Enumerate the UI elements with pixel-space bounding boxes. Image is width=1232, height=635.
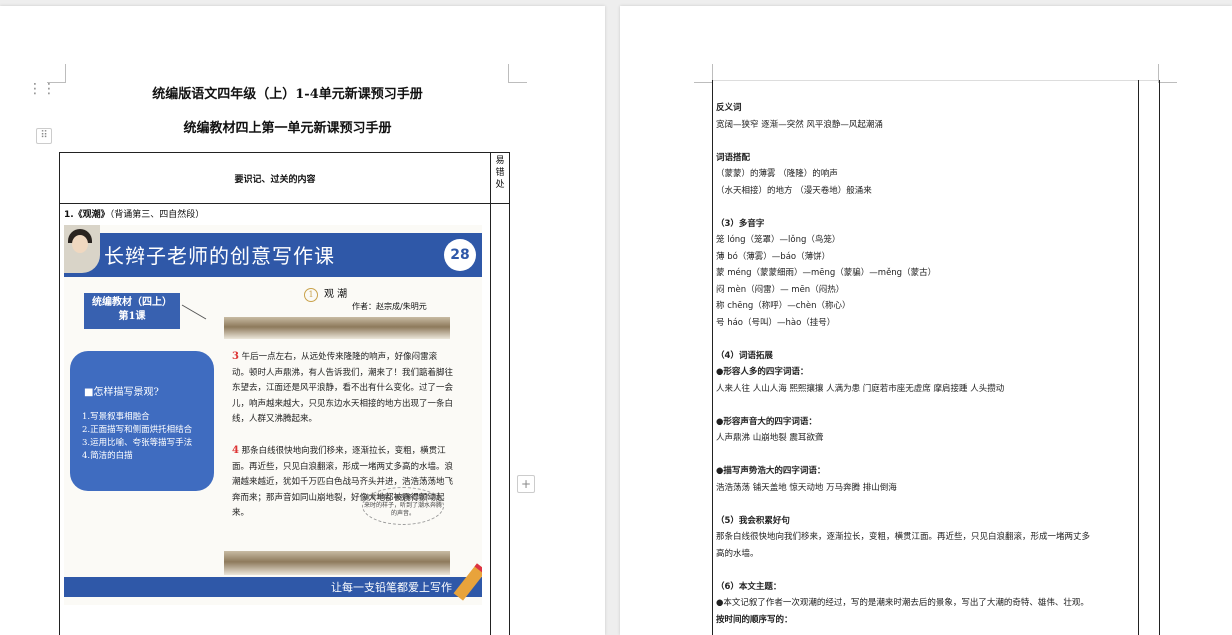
lesson-title: 1观 潮: [304, 285, 347, 302]
note-heading: 按时间的顺序写的：: [716, 614, 793, 625]
note-heading: ●描写声势浩大的四字词语：: [716, 466, 826, 476]
note-heading: （5）我会积累好句: [716, 515, 790, 526]
note-heading: （6）本文主题：: [716, 581, 782, 592]
note-line: 浩浩荡荡 铺天盖地 惊天动地 万马奔腾 排山倒海: [716, 482, 897, 493]
lesson-slide-image: 长辫子老师的创意写作课 28 统编教材（四上） 第1课 ■怎样描写景观? 1.写…: [64, 225, 482, 605]
content-table: 要识记、过关的内容 易错处 1.《观潮》（背诵第三、四自然段） 长辫子老师的创意…: [59, 152, 510, 635]
note-heading: （4）词语拓展: [716, 350, 773, 361]
margin-corner-mark: [508, 64, 527, 83]
note-heading: 反义词: [716, 103, 742, 113]
note-line: 笼 lóng（笼罩）—lǒng（鸟笼）: [716, 235, 841, 245]
note-line: （水天相接）的地方 （漫天卷地）般涌来: [716, 185, 872, 196]
note-line: 闷 mèn（闷雷）— mēn（闷热）: [716, 284, 845, 295]
table-header-cell: 要识记、过关的内容: [59, 152, 491, 204]
note-line: 宽阔—狭窄 逐渐—突然 风平浪静—风起潮涌: [716, 119, 883, 130]
note-heading: （3）多音字: [716, 218, 765, 229]
note-heading: ●形容声音大的四字词语：: [716, 416, 817, 427]
paragraph-3: 3 午后一点左右，从远处传来隆隆的响声，好像闷雷滚动。顿时人声鼎沸，有人告诉我们…: [232, 351, 454, 424]
slide-banner: 长辫子老师的创意写作课 28: [64, 233, 482, 277]
note-line: 人来人往 人山人海 熙熙攘攘 人满为患 门庭若市座无虚席 摩肩接踵 人头攒动: [716, 383, 1005, 394]
note-bubble: 波浪滔滔，很容易看到了潮水来时的样子，听到了潮水奔腾的声音。: [362, 487, 444, 525]
table-item-cell[interactable]: 1.《观潮》（背诵第三、四自然段） 长辫子老师的创意写作课 28 统编教材（四上…: [59, 203, 491, 635]
document-page-right: 反义词宽阔—狭窄 逐渐—突然 风平浪静—风起潮涌 词语搭配 （蒙蒙）的薄雾 （隆隆）…: [620, 6, 1232, 635]
side-cell[interactable]: [490, 203, 510, 635]
table-handle-icon[interactable]: ⠿: [36, 128, 52, 144]
item-title: 1.《观潮》（背诵第三、四自然段）: [64, 210, 205, 220]
note-line: 那条白线很快地向我们移来，逐渐拉长，变粗，横贯江面。再近些，只见白浪翻滚，形成一…: [716, 532, 1091, 542]
side-header-text: 易错处: [495, 156, 505, 190]
slide-footer: 让每一支铅笔都爱上写作: [64, 577, 482, 597]
note-line: 蒙 méng（蒙蒙细雨）—mēng（蒙骗）—měng（蒙古）: [716, 268, 937, 278]
panel-question: ■怎样描写景观?: [84, 387, 159, 398]
note-line: 人声鼎沸 山崩地裂 震耳欲聋: [716, 433, 824, 443]
side-header-cell: 易错处: [490, 152, 510, 204]
document-page-left: ⋮⋮ ⠿ 统编版语文四年级（上）1-4单元新课预习手册 统编教材四上第一单元新课…: [0, 6, 605, 635]
note-heading: 词语搭配: [716, 152, 751, 163]
table-column-divider: [1138, 80, 1139, 635]
connector-line: [181, 304, 207, 320]
tide-image-bottom: [224, 551, 450, 575]
slide-footer-text: 让每一支铅笔都爱上写作: [331, 581, 452, 594]
margin-corner-mark: [694, 64, 713, 83]
panel-methods: 1.写景叙事相融合 2.正面描写和侧面烘托相结合 3.运用比喻、夸张等描写手法 …: [82, 412, 193, 461]
margin-corner-mark: [1158, 64, 1177, 83]
teacher-avatar: [64, 225, 100, 273]
note-line: ●本文记叙了作者一次观潮的经过，写的是潮来时潮去后的景象，写出了大潮的奇特、雄伟…: [716, 598, 1089, 608]
table-header-text: 要识记、过关的内容: [234, 174, 316, 185]
lesson-author: 作者：赵宗成/朱明元: [352, 302, 427, 311]
section-title: 统编教材四上第一单元新课预习手册: [183, 121, 392, 136]
tide-image-top: [224, 317, 450, 339]
note-line: 称 chēng（称呼）—chèn（称心）: [716, 301, 851, 311]
vocabulary-notes[interactable]: 反义词宽阔—狭窄 逐渐—突然 风平浪静—风起潮涌 词语搭配 （蒙蒙）的薄雾 （隆隆）…: [716, 100, 1136, 628]
drag-handle-icon[interactable]: ⋮⋮: [28, 82, 56, 96]
note-line: 高的水墙。: [716, 548, 759, 559]
note-line: 号 háo（号叫）—hào（挂号）: [716, 317, 836, 328]
add-row-button[interactable]: +: [517, 475, 535, 493]
note-line: （蒙蒙）的薄雾 （隆隆）的响声: [716, 169, 838, 179]
document-title: 统编版语文四年级（上）1-4单元新课预习手册: [152, 87, 423, 102]
slide-banner-title: 长辫子老师的创意写作课: [104, 244, 335, 268]
note-heading: ●形容人多的四字词语：: [716, 367, 809, 377]
lesson-label: 统编教材（四上） 第1课: [84, 293, 180, 329]
writing-method-panel: ■怎样描写景观? 1.写景叙事相融合 2.正面描写和侧面烘托相结合 3.运用比喻…: [70, 351, 214, 491]
note-line: 薄 bó（薄雾）—báo（薄饼）: [716, 251, 831, 262]
slide-number-badge: 28: [444, 239, 476, 271]
